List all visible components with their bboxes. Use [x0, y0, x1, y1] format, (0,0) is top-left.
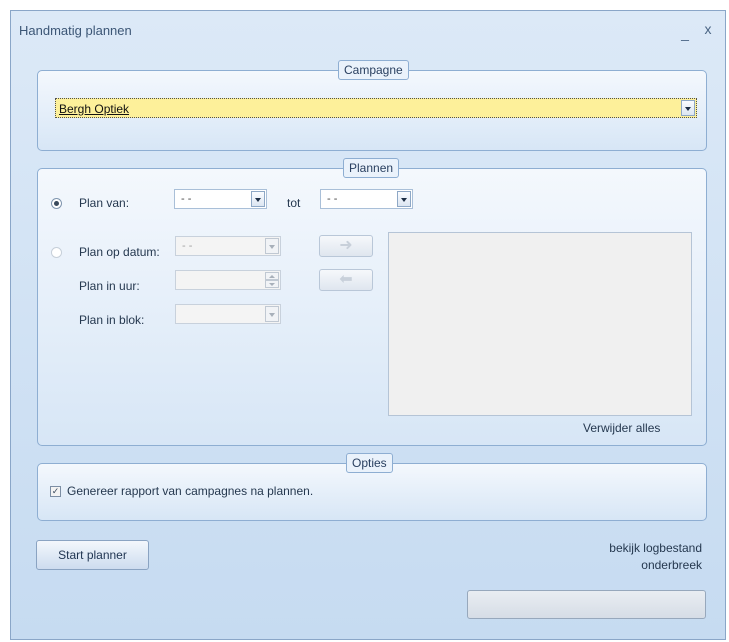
planned-dates-list[interactable] [388, 232, 692, 416]
progress-bar [467, 590, 706, 619]
window-title: Handmatig plannen [19, 23, 132, 38]
opties-group: Opties ✓ Genereer rapport van campagnes … [37, 453, 707, 521]
plannen-legend: Plannen [343, 158, 400, 178]
verwijder-alles-link[interactable]: Verwijder alles [583, 421, 660, 435]
stepper-up-icon[interactable] [265, 272, 279, 280]
plan-van-label: Plan van: [79, 196, 130, 210]
plan-op-datum-radio[interactable] [51, 247, 62, 258]
tot-dropdown-icon[interactable] [397, 191, 411, 207]
genereer-rapport-checkbox[interactable]: ✓ [50, 486, 61, 497]
campagne-dropdown-icon[interactable] [681, 100, 695, 116]
plannen-group: Plannen Plan van: - - tot - - Plan op da… [37, 158, 707, 446]
plan-van-value: - - [181, 193, 192, 205]
minimize-icon[interactable]: _ [675, 25, 695, 43]
opties-legend: Opties [346, 453, 393, 473]
start-planner-button[interactable]: Start planner [36, 540, 149, 570]
close-icon[interactable]: x [698, 21, 718, 39]
campagne-select[interactable]: Bergh Optiek [55, 98, 697, 118]
remove-date-button[interactable]: ⬅ [319, 269, 373, 291]
plan-van-radio[interactable] [51, 198, 62, 209]
campagne-legend: Campagne [338, 60, 409, 80]
genereer-rapport-label: Genereer rapport van campagnes na planne… [67, 484, 314, 498]
plan-op-datum-dropdown-icon[interactable] [265, 238, 279, 254]
plan-in-blok-label: Plan in blok: [79, 313, 145, 327]
campagne-group: Campagne Bergh Optiek [37, 60, 707, 151]
plan-op-datum-select[interactable]: - - [175, 236, 281, 256]
handmatig-plannen-window: Handmatig plannen _ x Campagne Bergh Opt… [10, 10, 726, 640]
bekijk-logbestand-link[interactable]: bekijk logbestand [592, 541, 702, 555]
plan-op-datum-label: Plan op datum: [79, 245, 160, 259]
tot-label: tot [287, 196, 301, 210]
tot-select[interactable]: - - [320, 189, 413, 209]
campagne-selected-value: Bergh Optiek [59, 102, 130, 116]
tot-value: - - [327, 193, 338, 205]
add-date-button[interactable]: ➜ [319, 235, 373, 257]
plan-in-uur-stepper[interactable] [175, 270, 281, 290]
onderbreek-link[interactable]: onderbreek [592, 558, 702, 572]
title-bar: Handmatig plannen _ x [11, 11, 725, 45]
plan-van-dropdown-icon[interactable] [251, 191, 265, 207]
plan-van-select[interactable]: - - [174, 189, 267, 209]
plan-in-blok-dropdown-icon[interactable] [265, 306, 279, 322]
plan-in-blok-select[interactable] [175, 304, 281, 324]
stepper-down-icon[interactable] [265, 280, 279, 288]
plan-in-uur-label: Plan in uur: [79, 279, 140, 293]
plan-op-datum-value: - - [182, 240, 193, 252]
